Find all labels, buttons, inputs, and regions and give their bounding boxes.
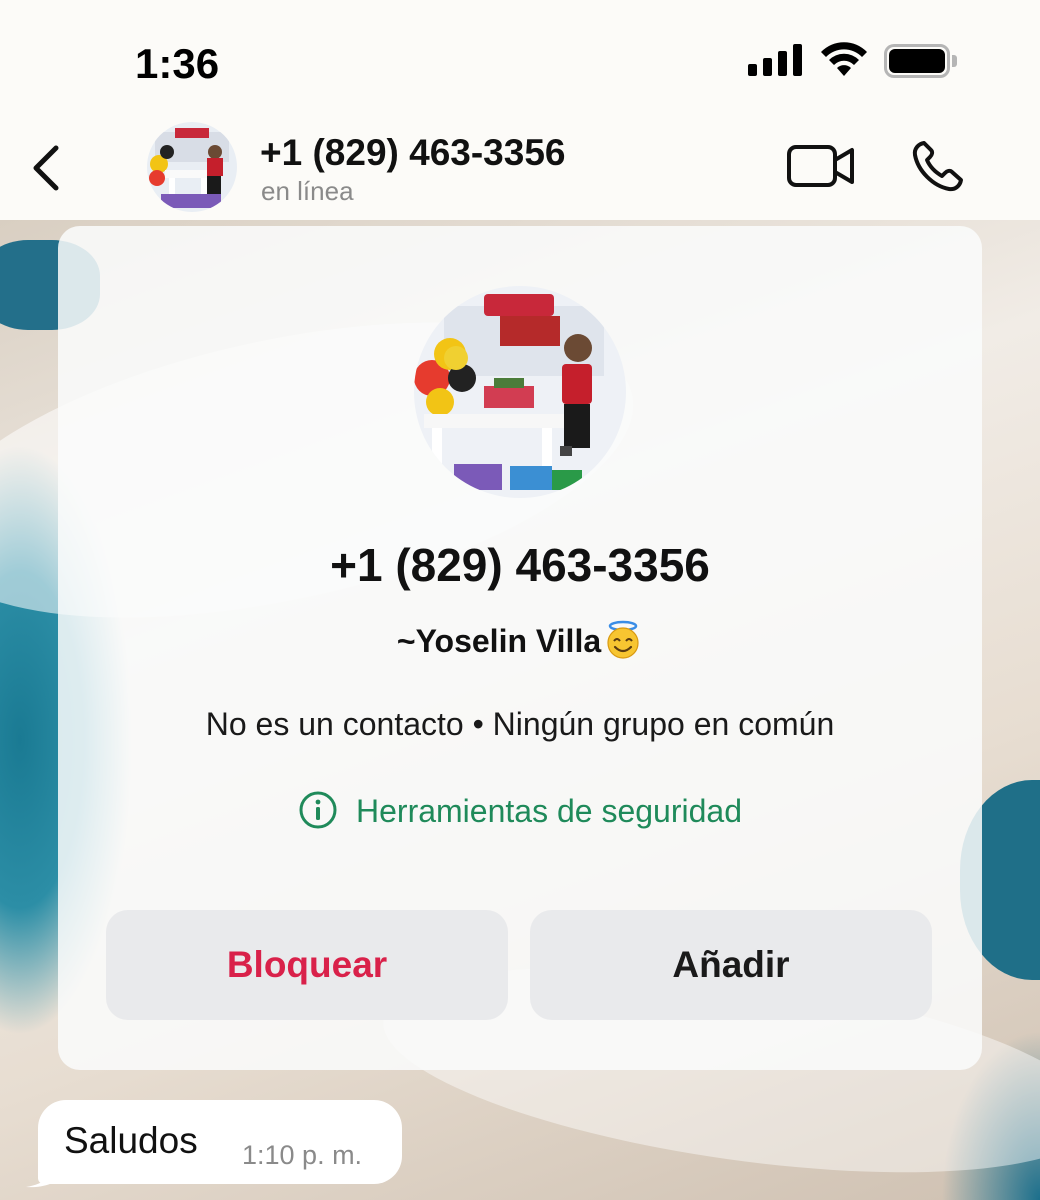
push-name-text: ~Yoselin Villa xyxy=(396,623,602,659)
safety-tools-link[interactable]: Herramientas de seguridad xyxy=(58,790,982,830)
status-time: 1:36 xyxy=(135,40,220,87)
message-timestamp: 1:10 p. m. xyxy=(242,1140,363,1170)
safety-tools-label: Herramientas de seguridad xyxy=(356,793,742,829)
contact-phone-number: +1 (829) 463-3356 xyxy=(330,539,710,591)
phone-icon[interactable] xyxy=(910,138,966,194)
unknown-contact-card: +1 (829) 463-3356 ~Yoselin Villa No es u… xyxy=(58,226,982,1070)
message-text: Saludos xyxy=(64,1120,198,1161)
info-circle-icon xyxy=(299,791,337,829)
chat-title[interactable]: +1 (829) 463-3356 xyxy=(260,132,566,174)
smiling-face-with-halo-icon xyxy=(607,620,639,659)
avatar[interactable] xyxy=(147,122,237,212)
video-camera-icon[interactable] xyxy=(786,142,856,190)
add-contact-button[interactable]: Añadir xyxy=(530,910,932,1020)
chat-header: +1 (829) 463-3356 en línea xyxy=(0,110,1040,220)
profile-photo[interactable] xyxy=(414,286,626,498)
status-bar: 1:36 xyxy=(0,0,1040,110)
contact-push-name: ~Yoselin Villa xyxy=(58,620,982,660)
presence-status: en línea xyxy=(261,176,354,206)
contact-relationship-info: No es un contacto • Ningún grupo en comú… xyxy=(205,706,835,742)
back-chevron-icon[interactable] xyxy=(26,140,70,196)
wifi-icon xyxy=(821,42,867,76)
battery-icon xyxy=(884,44,957,78)
cellular-signal-icon xyxy=(748,42,802,76)
block-button[interactable]: Bloquear xyxy=(106,910,508,1020)
incoming-message-bubble[interactable]: Saludos 1:10 p. m. xyxy=(38,1100,402,1184)
